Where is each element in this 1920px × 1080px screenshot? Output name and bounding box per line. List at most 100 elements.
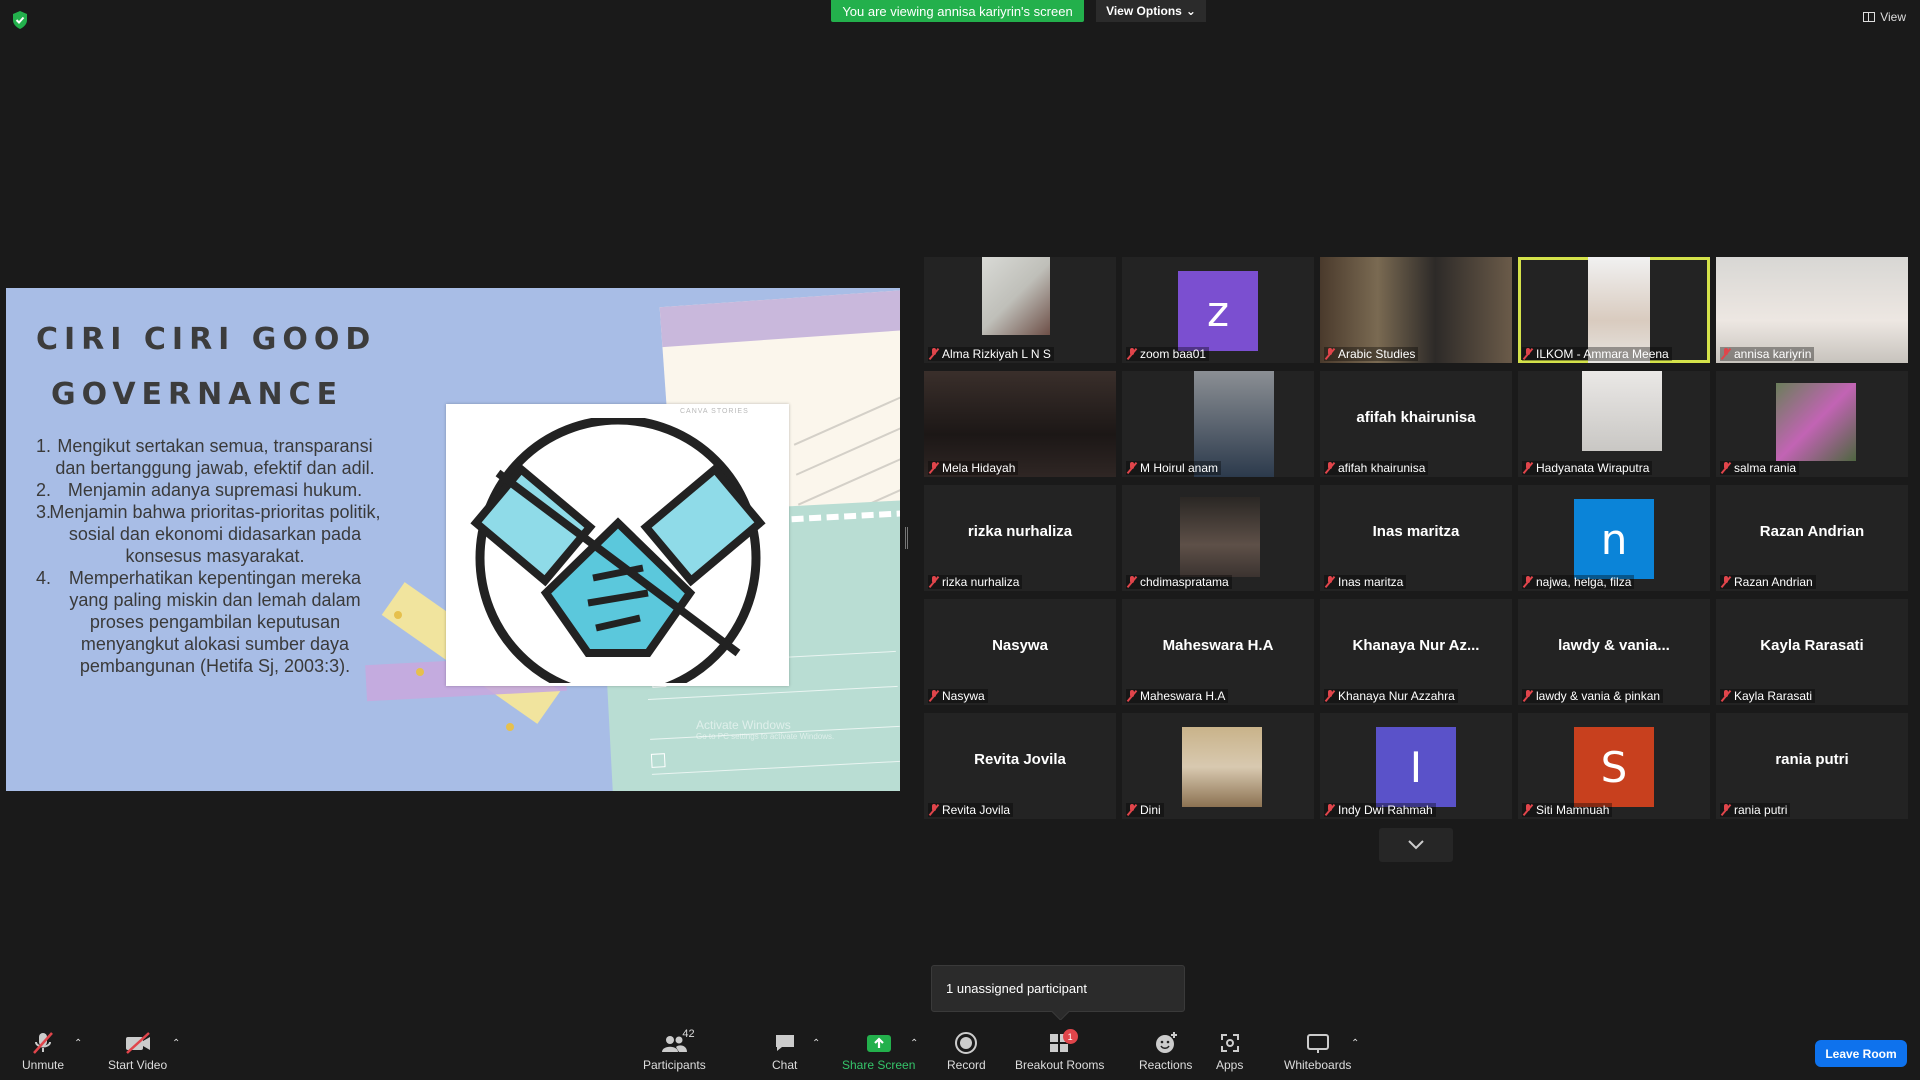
participant-name-label: Hadyanata Wiraputra xyxy=(1522,461,1653,475)
participant-video xyxy=(1182,727,1262,807)
start-video-button[interactable]: Start Video xyxy=(108,1028,167,1072)
view-button[interactable]: View xyxy=(1863,10,1906,24)
breakout-rooms-button[interactable]: 1 Breakout Rooms xyxy=(1015,1028,1104,1072)
participant-tile[interactable]: Hadyanata Wiraputra xyxy=(1518,371,1710,477)
participant-tile[interactable]: Inas maritza Inas maritza xyxy=(1320,485,1512,591)
unmute-label: Unmute xyxy=(22,1058,65,1072)
whiteboards-button[interactable]: Whiteboards xyxy=(1284,1028,1351,1072)
participant-name-label: Arabic Studies xyxy=(1324,347,1419,361)
handshake-image: CANVA STORIES xyxy=(446,404,789,686)
mic-muted-icon xyxy=(929,690,939,702)
participant-tile[interactable]: Kayla Rarasati Kayla Rarasati xyxy=(1716,599,1908,705)
slide-title-line2: GOVERNANCE xyxy=(51,377,344,412)
participant-name-label: ILKOM - Ammara Meena xyxy=(1522,347,1672,361)
whiteboards-label: Whiteboards xyxy=(1284,1058,1352,1072)
participant-tile[interactable]: Nasywa Nasywa xyxy=(924,599,1116,705)
participant-name: Nasywa xyxy=(942,689,985,703)
participants-count: 42 xyxy=(682,1028,695,1040)
participant-display-name: rania putri xyxy=(1775,751,1849,768)
split-resize-handle[interactable] xyxy=(905,527,908,549)
chat-options-caret[interactable]: ⌃ xyxy=(812,1038,820,1049)
audio-options-caret[interactable]: ⌃ xyxy=(74,1038,82,1049)
share-screen-label: Share Screen xyxy=(842,1058,916,1072)
chat-button[interactable]: Chat xyxy=(772,1028,797,1072)
photo-tag: CANVA STORIES xyxy=(680,408,749,415)
chevron-down-icon xyxy=(1408,840,1424,850)
mic-muted-icon xyxy=(1325,348,1335,360)
share-screen-button[interactable]: Share Screen xyxy=(842,1028,915,1072)
participant-tile[interactable]: chdimaspratama xyxy=(1122,485,1314,591)
participant-tile[interactable]: Khanaya Nur Az... Khanaya Nur Azzahra xyxy=(1320,599,1512,705)
share-options-caret[interactable]: ⌃ xyxy=(910,1038,918,1049)
view-options-button[interactable]: View Options ⌄ xyxy=(1096,0,1206,22)
participant-tile[interactable]: afifah khairunisa afifah khairunisa xyxy=(1320,371,1512,477)
participant-tile[interactable]: S Siti Mamnuah xyxy=(1518,713,1710,819)
participant-tile[interactable]: Revita Jovila Revita Jovila xyxy=(924,713,1116,819)
participant-name-label: najwa, helga, filza xyxy=(1522,575,1635,589)
handshake-icon xyxy=(470,418,766,683)
participant-name-label: annisa kariyrin xyxy=(1720,347,1815,361)
participant-tile[interactable]: Alma Rizkiyah L N S xyxy=(924,257,1116,363)
slide-title: CIRI CIRI GOOD GOVERNANCE xyxy=(36,312,376,422)
activate-windows-watermark: Activate Windows Go to PC settings to ac… xyxy=(696,718,835,741)
apps-label: Apps xyxy=(1216,1058,1244,1072)
participant-name: Hadyanata Wiraputra xyxy=(1536,461,1650,475)
participant-name: rania putri xyxy=(1734,803,1788,817)
participant-name: Dini xyxy=(1140,803,1161,817)
participant-tile[interactable]: annisa kariyrin xyxy=(1716,257,1908,363)
participant-tile[interactable]: ILKOM - Ammara Meena xyxy=(1518,257,1710,363)
whiteboard-options-caret[interactable]: ⌃ xyxy=(1351,1038,1359,1049)
participant-display-name: Revita Jovila xyxy=(974,751,1066,768)
participant-name: Indy Dwi Rahmah xyxy=(1338,803,1433,817)
participant-name-label: Inas maritza xyxy=(1324,575,1407,589)
unmute-button[interactable]: Unmute xyxy=(22,1028,64,1072)
participant-name: lawdy & vania & pinkan xyxy=(1536,689,1661,703)
chat-icon xyxy=(775,1035,794,1051)
participant-display-name: Inas maritza xyxy=(1372,523,1460,540)
mic-muted-icon xyxy=(1523,690,1533,702)
participant-tile[interactable]: Maheswara H.A Maheswara H.A xyxy=(1122,599,1314,705)
participant-name: najwa, helga, filza xyxy=(1536,575,1632,589)
list-item: 1. Mengikut sertakan semua, transparansi … xyxy=(36,436,375,478)
leave-room-button[interactable]: Leave Room xyxy=(1815,1040,1907,1067)
mic-muted-icon xyxy=(1523,462,1533,474)
participant-name: Revita Jovila xyxy=(942,803,1011,817)
record-button[interactable]: Record xyxy=(947,1028,986,1072)
mic-muted-icon xyxy=(1127,576,1137,588)
participant-display-name: afifah khairunisa xyxy=(1356,409,1476,426)
participant-name-label: Maheswara H.A xyxy=(1126,689,1229,703)
participant-tile[interactable]: Razan Andrian Razan Andrian xyxy=(1716,485,1908,591)
participant-name: annisa kariyrin xyxy=(1734,347,1812,361)
participant-tile[interactable]: Dini xyxy=(1122,713,1314,819)
participant-tile[interactable]: M Hoirul anam xyxy=(1122,371,1314,477)
participant-tile[interactable]: salma rania xyxy=(1716,371,1908,477)
participant-tile[interactable]: I Indy Dwi Rahmah xyxy=(1320,713,1512,819)
participant-display-name: Maheswara H.A xyxy=(1162,637,1274,654)
chevron-down-icon: ⌄ xyxy=(1185,4,1196,18)
participant-name-label: Revita Jovila xyxy=(928,803,1014,817)
reactions-button[interactable]: Reactions xyxy=(1139,1028,1192,1072)
participant-tile[interactable]: rizka nurhaliza rizka nurhaliza xyxy=(924,485,1116,591)
participant-avatar: n xyxy=(1574,499,1654,579)
apps-button[interactable]: Apps xyxy=(1216,1028,1243,1072)
participant-name-label: afifah khairunisa xyxy=(1324,461,1429,475)
participant-tile[interactable]: Arabic Studies xyxy=(1320,257,1512,363)
participant-name: M Hoirul anam xyxy=(1140,461,1219,475)
participant-display-name: Razan Andrian xyxy=(1759,523,1865,540)
participant-tile[interactable]: rania putri rania putri xyxy=(1716,713,1908,819)
participant-name: zoom baa01 xyxy=(1140,347,1207,361)
video-options-caret[interactable]: ⌃ xyxy=(172,1038,180,1049)
meeting-toolbar: Unmute ⌃ Start Video ⌃ 42 Participants C… xyxy=(0,1020,1920,1080)
participant-tile[interactable]: lawdy & vania... lawdy & vania & pinkan xyxy=(1518,599,1710,705)
participant-name: Alma Rizkiyah L N S xyxy=(942,347,1051,361)
participant-tile[interactable]: Mela Hidayah xyxy=(924,371,1116,477)
security-shield-icon[interactable] xyxy=(10,10,30,30)
slide-title-line1: CIRI CIRI GOOD xyxy=(36,322,377,357)
breakout-rooms-label: Breakout Rooms xyxy=(1015,1058,1105,1072)
participants-button[interactable]: 42 Participants xyxy=(643,1028,706,1072)
mic-muted-icon xyxy=(1325,462,1335,474)
gallery-next-page-button[interactable] xyxy=(1379,828,1453,862)
participant-tile[interactable]: z zoom baa01 xyxy=(1122,257,1314,363)
participant-tile[interactable]: n najwa, helga, filza xyxy=(1518,485,1710,591)
participant-name: Mela Hidayah xyxy=(942,461,1016,475)
